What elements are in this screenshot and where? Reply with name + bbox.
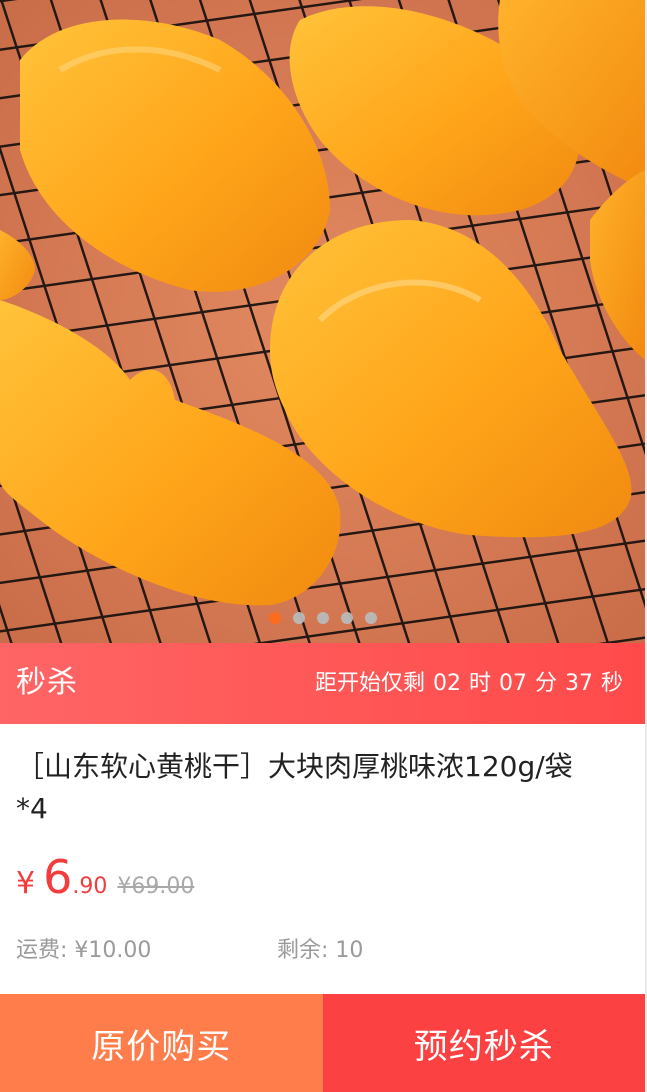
shipping-fee: 运费: ¥10.00	[16, 938, 152, 963]
buy-original-price-button[interactable]: 原价购买	[0, 994, 323, 1092]
carousel-dot-3[interactable]	[316, 612, 329, 624]
stock-remaining: 剩余: 10	[277, 938, 364, 963]
flash-sale-title: 秒杀	[16, 665, 78, 700]
product-photo	[0, 0, 645, 643]
countdown-seconds: 37	[564, 671, 593, 696]
product-title: ［山东软心黄桃干］大块肉厚桃味浓120g/袋*4	[16, 750, 573, 825]
flash-sale-bar: 秒杀 距开始仅剩 02 时 07 分 37 秒	[0, 643, 645, 724]
countdown-prefix: 距开始仅剩	[314, 671, 425, 696]
countdown-timer: 距开始仅剩 02 时 07 分 37 秒	[315, 669, 623, 699]
original-price: ¥69.00	[117, 874, 195, 899]
price-integer: 6	[43, 850, 73, 904]
carousel-dot-4[interactable]	[340, 612, 353, 624]
carousel-dot-1[interactable]	[268, 612, 281, 624]
countdown-seconds-unit: 秒	[600, 671, 623, 696]
carousel-dot-5[interactable]	[364, 612, 377, 624]
carousel-dot-2[interactable]	[292, 612, 305, 624]
countdown-minutes-unit: 分	[534, 671, 557, 696]
carousel-indicators	[0, 612, 645, 624]
product-detail-page: 秒杀 距开始仅剩 02 时 07 分 37 秒 ［山东软心黄桃干］大块肉厚桃味浓…	[0, 0, 647, 1092]
countdown-minutes: 07	[498, 671, 527, 696]
bottom-action-bar: 原价购买 预约秒杀	[0, 994, 645, 1092]
price-currency: ¥	[16, 866, 36, 901]
reserve-flash-sale-button[interactable]: 预约秒杀	[322, 994, 645, 1092]
product-image-carousel[interactable]	[0, 0, 645, 643]
countdown-hours-unit: 时	[468, 671, 491, 696]
countdown-hours: 02	[432, 671, 461, 696]
price-row: ¥ 6 .90 ¥69.00	[16, 850, 194, 904]
price-decimal: .90	[72, 874, 108, 899]
